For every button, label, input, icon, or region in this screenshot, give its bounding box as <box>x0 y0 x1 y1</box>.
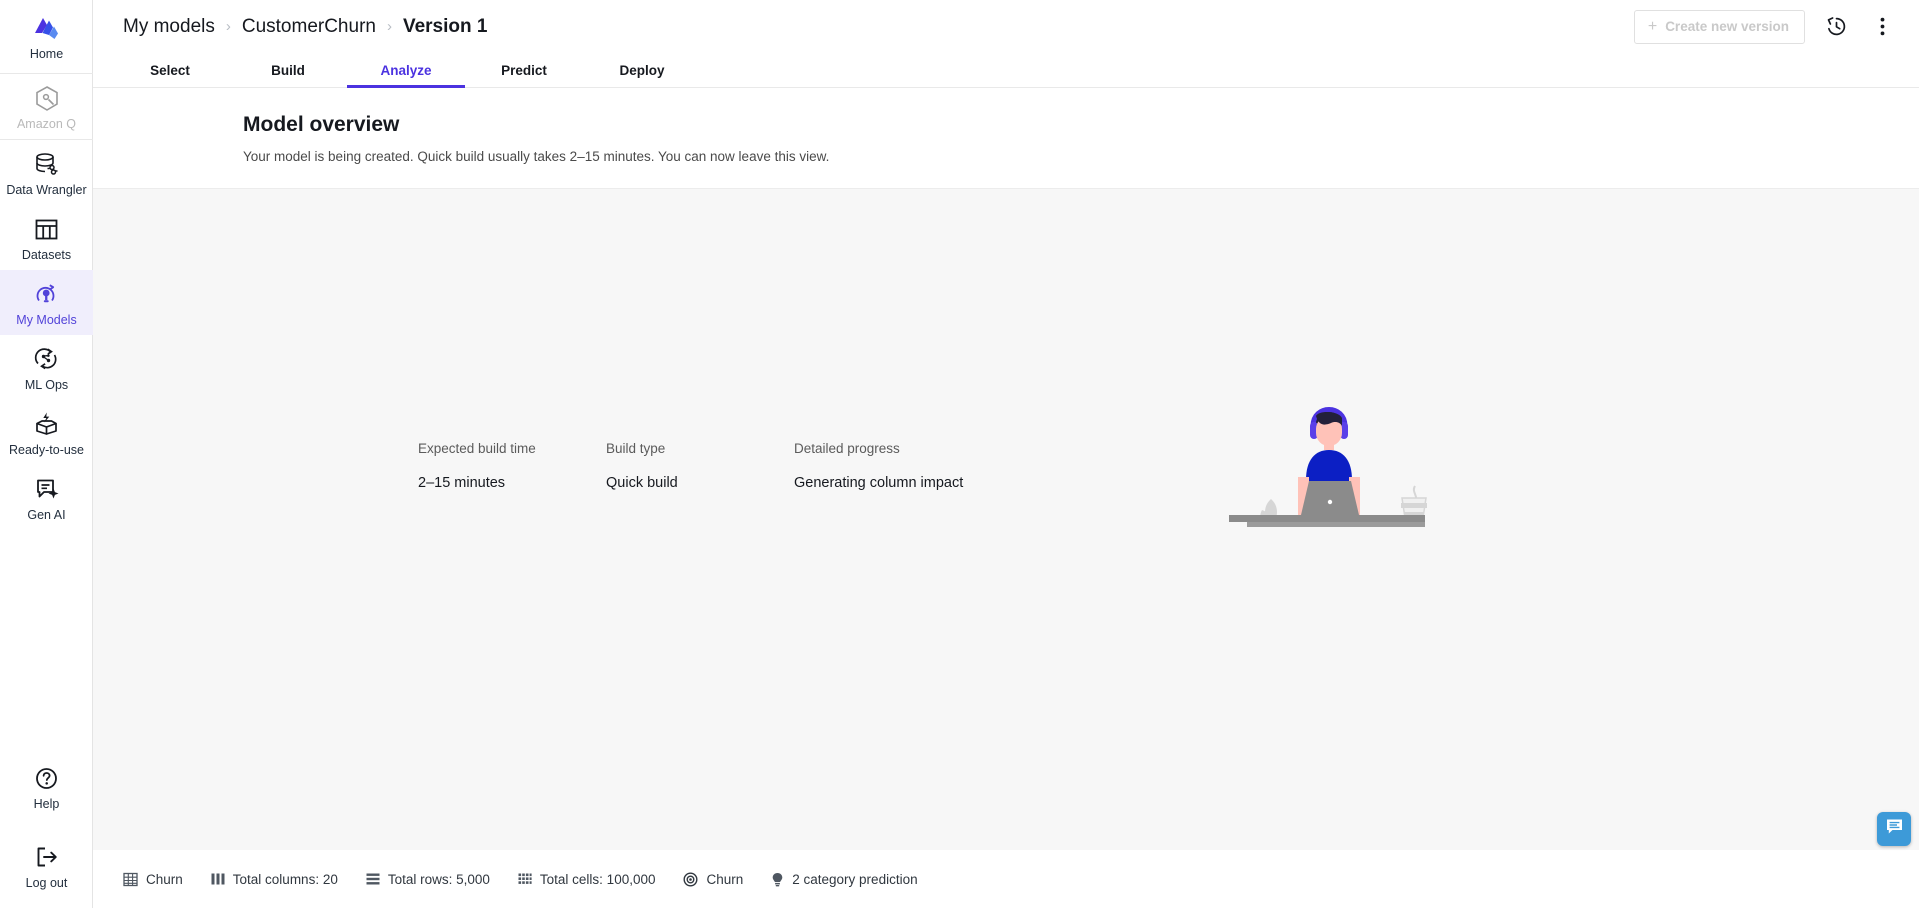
sidebar-item-gen-ai[interactable]: Gen AI <box>0 465 93 530</box>
tab-select[interactable]: Select <box>111 53 229 87</box>
status-item-label: 2 category prediction <box>792 871 918 887</box>
sidebar-item-amazon-q[interactable]: Amazon Q <box>0 74 93 139</box>
feedback-chat-button[interactable] <box>1877 812 1911 846</box>
create-new-version-button[interactable]: + Create new version <box>1633 9 1805 44</box>
status-item-label: Total columns: 20 <box>232 871 338 887</box>
breadcrumb-separator-icon: › <box>225 18 231 35</box>
build-info-build-type: Build type Quick build <box>606 441 794 491</box>
ml-ops-icon <box>33 345 60 373</box>
status-item-total-cells: Total cells: 100,000 <box>518 871 656 887</box>
home-logo-icon <box>33 14 60 42</box>
status-item-label: Total cells: 100,000 <box>539 871 656 887</box>
top-bar-actions: + Create new version <box>1633 9 1897 44</box>
status-item-target-column: Churn <box>683 872 743 887</box>
more-options-kebab-icon[interactable] <box>1867 12 1897 42</box>
plus-icon: + <box>1647 17 1658 35</box>
help-circle-icon <box>34 764 59 792</box>
breadcrumb-separator-icon: › <box>386 18 392 35</box>
build-info-group: Expected build time 2–15 minutes Build t… <box>418 441 963 491</box>
sidebar-item-data-wrangler[interactable]: Data Wrangler <box>0 140 93 205</box>
tab-predict[interactable]: Predict <box>465 53 583 87</box>
dataset-table-icon <box>123 872 138 887</box>
create-new-version-label: Create new version <box>1665 19 1789 34</box>
build-info-expected-build-time: Expected build time 2–15 minutes <box>418 441 606 491</box>
build-info-detailed-progress: Detailed progress Generating column impa… <box>794 441 963 491</box>
info-value: Quick build <box>606 475 678 491</box>
gen-ai-icon <box>34 475 60 503</box>
sidebar-item-home[interactable]: Home <box>0 0 93 73</box>
page-title: Model overview <box>243 113 400 136</box>
sidebar-item-ready-to-use[interactable]: Ready-to-use <box>0 400 93 465</box>
sidebar-item-ml-ops[interactable]: ML Ops <box>0 335 93 400</box>
rows-icon <box>366 872 380 886</box>
status-item-prediction-type: 2 category prediction <box>771 871 918 887</box>
tab-label: Select <box>150 62 190 78</box>
content-pane: Expected build time 2–15 minutes Build t… <box>93 189 1919 908</box>
status-item-dataset-name: Churn <box>123 872 183 887</box>
sidebar-item-label: Log out <box>25 876 68 890</box>
breadcrumb-item-customerchurn[interactable]: CustomerChurn <box>242 16 376 38</box>
datasets-icon <box>34 215 59 243</box>
page-subtitle: Your model is being created. Quick build… <box>243 149 830 164</box>
tab-label: Deploy <box>619 62 665 78</box>
sidebar-item-log-out[interactable]: Log out <box>0 833 93 908</box>
breadcrumb: My models › CustomerChurn › Version 1 <box>123 16 487 38</box>
info-label: Detailed progress <box>794 441 900 456</box>
sidebar-item-label: Help <box>33 797 60 811</box>
tab-bar: Select Build Analyze Predict Deploy <box>93 53 1919 88</box>
version-history-icon[interactable] <box>1821 12 1851 42</box>
sidebar-item-label: Amazon Q <box>16 117 77 131</box>
tab-deploy[interactable]: Deploy <box>583 53 701 87</box>
target-icon <box>683 871 698 887</box>
sidebar-item-datasets[interactable]: Datasets <box>0 205 93 270</box>
top-bar: My models › CustomerChurn › Version 1 + … <box>93 0 1919 53</box>
info-label: Build type <box>606 441 666 456</box>
info-label: Expected build time <box>418 441 536 456</box>
tab-label: Build <box>271 62 305 78</box>
status-item-label: Total rows: 5,000 <box>387 871 490 887</box>
logout-arrow-icon <box>34 843 60 871</box>
content-inner: Expected build time 2–15 minutes Build t… <box>93 189 1919 850</box>
left-sidebar: Home Amazon Q Data Wrangler Datasets My … <box>0 0 93 908</box>
tab-label: Predict <box>501 62 547 78</box>
amazon-q-icon <box>34 84 60 112</box>
status-item-total-columns: Total columns: 20 <box>211 872 338 887</box>
my-models-icon <box>33 280 60 308</box>
info-value: Generating column impact <box>794 475 964 491</box>
chat-bubble-icon <box>1885 817 1904 841</box>
status-item-total-rows: Total rows: 5,000 <box>366 872 490 887</box>
main-region: My models › CustomerChurn › Version 1 + … <box>93 0 1919 908</box>
lightbulb-icon <box>771 872 784 887</box>
sidebar-item-label: Datasets <box>21 248 72 262</box>
tab-analyze[interactable]: Analyze <box>347 53 465 88</box>
status-bar: Churn Total columns: 20 Total rows: 5,00… <box>93 850 1919 908</box>
data-wrangler-icon <box>33 150 60 178</box>
person-at-laptop-illustration <box>1229 394 1469 549</box>
sidebar-item-label: ML Ops <box>24 378 69 392</box>
app-root: Home Amazon Q Data Wrangler Datasets My … <box>0 0 1919 908</box>
sidebar-item-label: Ready-to-use <box>8 443 85 457</box>
sidebar-item-label: Home <box>29 47 64 61</box>
sidebar-item-label: Gen AI <box>27 508 66 522</box>
ready-to-use-icon <box>33 410 60 438</box>
sidebar-item-my-models[interactable]: My Models <box>0 270 93 335</box>
breadcrumb-item-version-1: Version 1 <box>402 15 488 37</box>
sidebar-item-label: Data Wrangler <box>6 183 87 197</box>
page-header: Model overview Your model is being creat… <box>93 88 1919 189</box>
sidebar-item-label: My Models <box>16 313 77 327</box>
columns-icon <box>211 872 225 886</box>
breadcrumb-item-my-models[interactable]: My models <box>123 16 215 38</box>
status-item-label: Churn <box>706 871 744 887</box>
status-item-label: Churn <box>146 871 183 887</box>
sidebar-item-help[interactable]: Help <box>0 754 93 819</box>
info-value: 2–15 minutes <box>418 475 506 491</box>
cells-grid-icon <box>518 872 532 886</box>
tab-label: Analyze <box>380 62 432 78</box>
tab-build[interactable]: Build <box>229 53 347 87</box>
